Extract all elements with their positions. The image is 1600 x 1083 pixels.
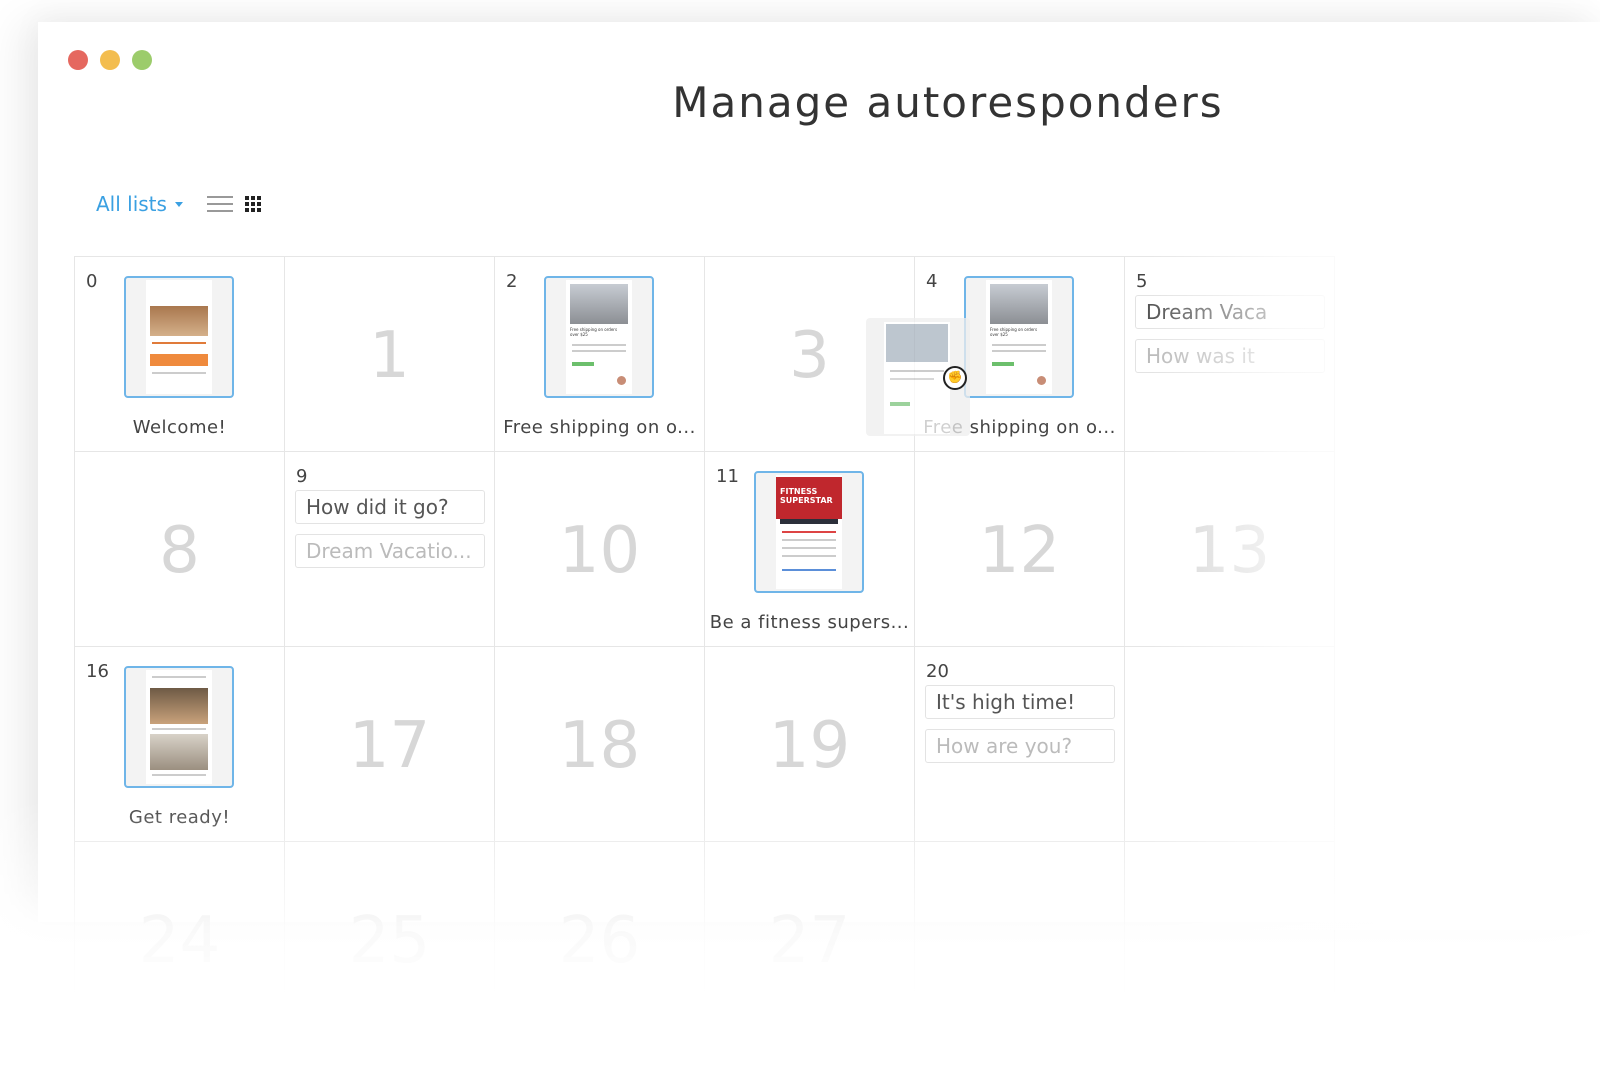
calendar-day-cell[interactable]: 24 [75,842,285,1037]
toolbar: All lists [96,192,261,216]
day-number-large: 13 [1188,514,1271,588]
day-number: 5 [1136,271,1148,292]
day-number-large: 27 [768,904,851,978]
day-number-large: 1 [369,319,410,393]
email-preview [146,280,212,394]
chevron-down-icon [174,201,183,207]
calendar-day-cell[interactable]: 12 [915,452,1125,647]
day-number-large: 19 [768,709,851,783]
calendar-day-cell[interactable]: 0 Welcome! [75,257,285,452]
maximize-window-button[interactable] [132,50,152,70]
autoresponder-calendar: 0 Welcome! 1 2 Free shipping on orders over … [74,256,1335,1037]
calendar-day-cell[interactable]: 20 It's high time! How are you? [915,647,1125,842]
calendar-day-cell[interactable]: 1 [285,257,495,452]
calendar-day-cell[interactable]: 10 [495,452,705,647]
message-thumbnail[interactable]: Free shipping on orders over $25 [964,276,1074,398]
page-title: Manage autoresponders [672,78,1224,127]
message-subject[interactable]: Get ready! [75,807,284,828]
calendar-day-cell[interactable] [1125,842,1335,1037]
calendar-day-cell[interactable] [1125,647,1335,842]
calendar-day-cell[interactable]: 8 [75,452,285,647]
window-controls [68,50,152,70]
calendar-day-cell[interactable]: 5 Dream Vaca How was it [1125,257,1335,452]
message-thumbnail[interactable] [124,276,234,398]
email-preview: Free shipping on orders over $25 [566,280,632,394]
message-chip[interactable]: How did it go? [295,490,485,524]
calendar-day-cell[interactable]: 27 [705,842,915,1037]
day-number: 11 [716,466,739,487]
calendar-day-cell[interactable] [915,842,1125,1037]
day-number: 2 [506,271,518,292]
message-chip[interactable]: Dream Vacatio... [295,534,485,568]
day-number: 4 [926,271,938,292]
grab-hand-cursor-icon: ✊ [943,366,967,390]
email-preview [146,670,212,784]
message-thumbnail[interactable] [124,666,234,788]
email-preview: Free shipping on orders over $25 [986,280,1052,394]
list-view-icon[interactable] [206,196,233,212]
calendar-day-cell[interactable]: 18 [495,647,705,842]
message-chip[interactable]: How was it [1135,339,1325,373]
day-number-large: 18 [558,709,641,783]
grid-view-icon[interactable] [244,196,261,212]
calendar-day-cell[interactable]: 2 Free shipping on orders over $25 Free sh… [495,257,705,452]
calendar-day-cell[interactable]: 26 [495,842,705,1037]
list-filter-dropdown[interactable]: All lists [96,192,183,216]
calendar-day-cell[interactable]: 11 FITNESS SUPERSTAR Be a fitness supers..… [705,452,915,647]
message-subject[interactable]: Be a fitness supers... [705,612,914,633]
day-number-large: 24 [138,904,221,978]
day-number-large: 26 [558,904,641,978]
message-chip[interactable]: Dream Vaca [1135,295,1325,329]
message-chip[interactable]: How are you? [925,729,1115,763]
message-subject[interactable]: Free shipping on o... [495,417,704,438]
message-chip[interactable]: It's high time! [925,685,1115,719]
day-number-large: 25 [348,904,431,978]
day-number-large: 12 [978,514,1061,588]
close-window-button[interactable] [68,50,88,70]
day-number: 0 [86,271,98,292]
calendar-day-cell[interactable]: 9 How did it go? Dream Vacatio... [285,452,495,647]
message-thumbnail[interactable]: Free shipping on orders over $25 [544,276,654,398]
calendar-day-cell[interactable]: 16 Get ready! [75,647,285,842]
calendar-day-cell[interactable]: 13 [1125,452,1335,647]
fitness-heading: FITNESS SUPERSTAR [776,477,842,519]
day-number: 9 [296,466,308,487]
list-filter-label: All lists [96,192,167,216]
day-number: 16 [86,661,109,682]
day-number-large: 10 [558,514,641,588]
calendar-day-cell[interactable]: 25 [285,842,495,1037]
calendar-day-cell[interactable]: 17 [285,647,495,842]
email-preview: FITNESS SUPERSTAR [776,475,842,589]
shipping-heading: Free shipping on orders over $25 [570,327,618,337]
shipping-heading: Free shipping on orders over $25 [990,327,1038,337]
day-number-large: 8 [159,514,200,588]
minimize-window-button[interactable] [100,50,120,70]
day-number-large: 17 [348,709,431,783]
message-subject[interactable]: Welcome! [75,417,284,438]
message-thumbnail[interactable]: FITNESS SUPERSTAR [754,471,864,593]
calendar-day-cell[interactable]: 19 [705,647,915,842]
day-number: 20 [926,661,949,682]
